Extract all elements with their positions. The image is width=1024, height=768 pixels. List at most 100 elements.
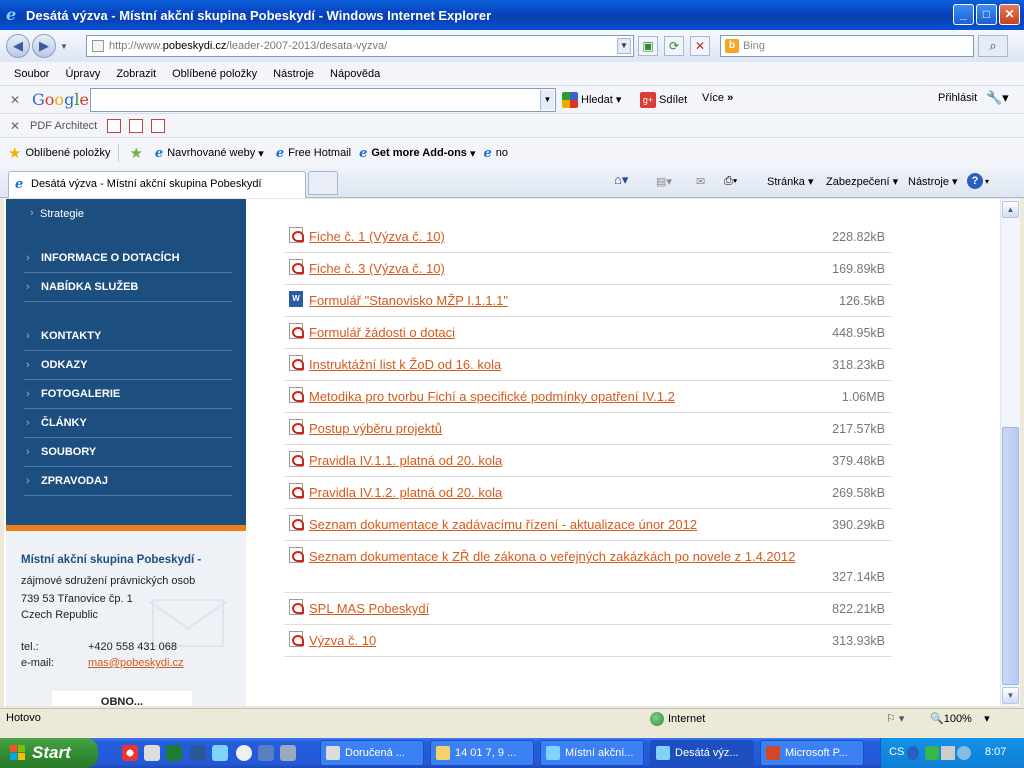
tab-current[interactable]: e Desátá výzva - Místní akční skupina Pob… <box>8 171 306 198</box>
close-toolbar-icon[interactable]: ✕ <box>10 93 24 107</box>
history-dropdown-icon[interactable]: ▼ <box>60 42 68 51</box>
antivirus-icon[interactable] <box>925 746 939 760</box>
tel-label: tel.: <box>21 641 39 653</box>
zoom-control[interactable]: 🔍100% ▾ <box>930 712 990 725</box>
file-link[interactable]: Seznam dokumentace k ZŘ dle zákona o veř… <box>309 549 795 564</box>
sdilet-button[interactable]: g+ Sdílet <box>640 92 687 108</box>
desktop-quicklaunch-icon[interactable] <box>258 745 274 761</box>
taskbar-button-folder[interactable]: 14 01 7, 9 ... <box>430 740 534 766</box>
file-link[interactable]: Pravidla IV.1.1. platná od 20. kola <box>309 453 502 468</box>
word-quicklaunch-icon[interactable] <box>190 745 206 761</box>
fav-no[interactable]: e no <box>483 146 508 161</box>
sidebar-item-zpravodaj[interactable]: ZPRAVODAJ <box>24 467 232 496</box>
menu-upravy[interactable]: Úpravy <box>57 68 108 80</box>
stranka-menu[interactable]: Stránka ▾ <box>767 175 814 188</box>
file-link[interactable]: Metodika pro tvorbu Fichí a specifické p… <box>309 389 675 404</box>
fav-navrhovane-weby[interactable]: e Navrhované weby ▾ <box>155 146 264 161</box>
sidebar-item-odkazy[interactable]: ODKAZY <box>24 351 232 380</box>
network-icon[interactable] <box>941 746 955 760</box>
pdf-create-icon[interactable] <box>107 118 122 133</box>
protected-mode-icon[interactable]: ⚐ ▾ <box>886 712 904 725</box>
minimize-button[interactable]: _ <box>953 4 974 25</box>
sidebar-item-fotogalerie[interactable]: FOTOGALERIE <box>24 380 232 409</box>
tray-app-icon[interactable] <box>957 746 971 760</box>
file-link[interactable]: Seznam dokumentace k zadávacímu řízení -… <box>309 517 697 532</box>
sidebar-item-clanky[interactable]: ČLÁNKY <box>24 409 232 438</box>
fav-get-more-addons[interactable]: e Get more Add-ons ▾ <box>359 146 475 161</box>
refresh-icon[interactable]: ⟳ <box>664 36 684 56</box>
sidebar-item-informace[interactable]: INFORMACE O DOTACÍCH <box>24 244 232 273</box>
maximize-button[interactable]: □ <box>976 4 997 25</box>
file-link[interactable]: Výzva č. 10 <box>309 633 376 648</box>
start-button[interactable]: Start <box>0 738 98 768</box>
help-dropdown-icon[interactable]: ▾ <box>985 177 989 186</box>
file-link[interactable]: Fiche č. 1 (Výzva č. 10) <box>309 229 445 244</box>
compatibility-view-icon[interactable]: ▣ <box>638 36 658 56</box>
media-quicklaunch-icon[interactable] <box>236 745 252 761</box>
tool-quicklaunch-icon[interactable] <box>280 745 296 761</box>
help-icon[interactable]: ? <box>967 173 983 189</box>
language-indicator[interactable]: CS <box>889 746 904 758</box>
chrome-quicklaunch-icon[interactable] <box>122 745 138 761</box>
menu-napoveda[interactable]: Nápověda <box>322 68 388 80</box>
vice-button[interactable]: Více » <box>702 92 733 104</box>
sidebar-item-nabidka[interactable]: NABÍDKA SLUŽEB <box>24 273 232 302</box>
sidebar-item-soubory[interactable]: SOUBORY <box>24 438 232 467</box>
tab-row: e Desátá výzva - Místní akční skupina Pob… <box>0 168 1024 198</box>
close-pdf-toolbar-icon[interactable]: ✕ <box>10 119 24 133</box>
pdf-file-icon <box>289 483 304 499</box>
obnov-banner[interactable]: OBNO... <box>52 691 192 706</box>
fav-free-hotmail[interactable]: e Free Hotmail <box>276 146 351 161</box>
menu-zobrazit[interactable]: Zobrazit <box>108 68 164 80</box>
taskbar-button-ie2[interactable]: Desátá výz... <box>650 740 754 766</box>
sidebar-item-strategie[interactable]: Strategie <box>30 207 84 220</box>
scroll-up-icon[interactable]: ▲ <box>1002 201 1019 218</box>
address-bar[interactable]: http://www. pobeskydi.cz/leader-2007-2013… <box>86 35 634 57</box>
tray-arrow-icon[interactable] <box>907 746 919 760</box>
taskbar-button-powerpoint[interactable]: Microsoft P... <box>760 740 864 766</box>
address-dropdown-icon[interactable]: ▼ <box>617 38 631 54</box>
new-tab-button[interactable] <box>308 171 338 195</box>
ie-quicklaunch-icon[interactable] <box>212 745 228 761</box>
file-link[interactable]: Postup výběru projektů <box>309 421 442 436</box>
file-link[interactable]: Pravidla IV.1.2. platná od 20. kola <box>309 485 502 500</box>
stop-icon[interactable]: ✕ <box>690 36 710 56</box>
home-icon[interactable]: ⌂▾ <box>614 172 628 188</box>
close-window-button[interactable]: ✕ <box>999 4 1020 25</box>
document-quicklaunch-icon[interactable] <box>144 745 160 761</box>
file-link[interactable]: Formulář "Stanovisko MŽP I.1.1.1" <box>309 293 508 308</box>
mail-icon[interactable]: ✉ <box>696 175 705 188</box>
sidebar-item-kontakty[interactable]: KONTAKTY <box>24 322 232 351</box>
file-link[interactable]: Instruktážní list k ŽoD od 16. kola <box>309 357 501 372</box>
add-favorite-icon[interactable]: ★ <box>129 144 146 162</box>
forward-button[interactable]: ▶ <box>32 34 56 58</box>
file-link[interactable]: Formulář žádosti o dotaci <box>309 325 455 340</box>
taskbar-button-outlook[interactable]: Doručená ... <box>320 740 424 766</box>
scroll-down-icon[interactable]: ▼ <box>1002 687 1019 704</box>
print-icon[interactable]: ⎙▾ <box>724 175 737 188</box>
vertical-scrollbar[interactable]: ▲ ▼ <box>1000 199 1020 706</box>
menu-nastroje[interactable]: Nástroje <box>265 68 322 80</box>
back-button[interactable]: ◀ <box>6 34 30 58</box>
taskbar-button-ie1[interactable]: Místní akční... <box>540 740 644 766</box>
hledat-button[interactable]: Hledat ▾ <box>562 92 621 108</box>
file-link[interactable]: Fiche č. 3 (Výzva č. 10) <box>309 261 445 276</box>
scroll-thumb[interactable] <box>1002 427 1019 685</box>
search-button[interactable]: ⌕ <box>978 35 1008 57</box>
prihlasit-button[interactable]: Přihlásit <box>938 92 977 104</box>
file-link[interactable]: SPL MAS Pobeskydí <box>309 601 429 616</box>
zabezpeceni-menu[interactable]: Zabezpečení ▾ <box>826 175 898 188</box>
wrench-icon[interactable]: 🔧▾ <box>986 90 1009 106</box>
google-search-dropdown-icon[interactable]: ▼ <box>540 90 554 110</box>
nastroje-menu[interactable]: Nástroje ▾ <box>908 175 958 188</box>
feeds-icon[interactable]: ▤▾ <box>656 175 672 188</box>
search-input[interactable]: b Bing <box>720 35 974 57</box>
menu-oblibene[interactable]: Oblíbené položky <box>164 68 265 80</box>
excel-quicklaunch-icon[interactable] <box>166 745 182 761</box>
google-search-input[interactable]: ▼ <box>90 88 556 112</box>
email-link[interactable]: mas@pobeskydi.cz <box>88 657 184 669</box>
pdf-options-icon[interactable] <box>151 118 166 133</box>
favorites-button[interactable]: ★ Oblíbené položky <box>8 144 110 162</box>
menu-soubor[interactable]: Soubor <box>6 68 57 80</box>
pdf-convert-icon[interactable] <box>129 118 144 133</box>
